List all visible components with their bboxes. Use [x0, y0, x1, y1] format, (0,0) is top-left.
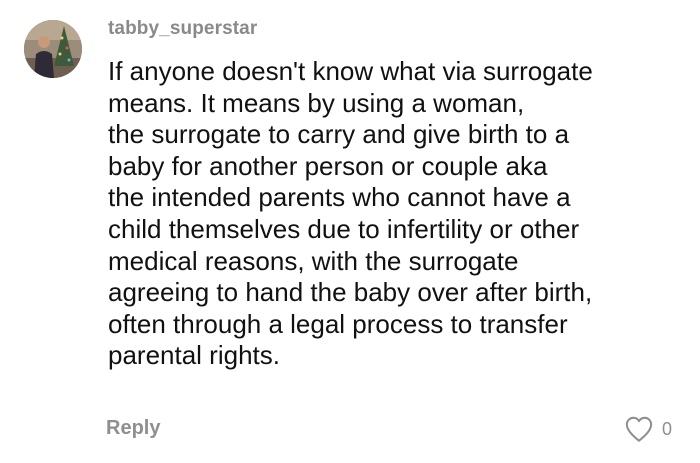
reply-button[interactable]: Reply: [106, 417, 160, 440]
like-count: 0: [662, 418, 673, 439]
comment-text-line: medical reasons, with the surrogate: [108, 245, 519, 276]
avatar-image: [24, 20, 82, 78]
comment-text-line: parental rights.: [108, 340, 280, 371]
comment-text-line: child themselves due to infertility or o…: [108, 213, 580, 244]
avatar[interactable]: [24, 20, 82, 78]
comment-text: If anyone doesn't know what via surrogat…: [108, 56, 678, 372]
username[interactable]: tabby_superstar: [108, 18, 257, 40]
comment-text-line: baby for another person or couple aka: [108, 150, 548, 181]
like-control: 0: [624, 414, 672, 444]
comment-text-line: means. It means by using a woman,: [108, 87, 525, 118]
comment-text-line: the intended parents who cannot have a: [108, 182, 571, 213]
comment-text-line: often through a legal process to transfe…: [108, 308, 568, 339]
comment-text-line: the surrogate to carry and give birth to…: [108, 119, 570, 150]
comment-text-line: agreeing to hand the baby over after bir…: [108, 277, 593, 308]
heart-outline-icon[interactable]: [624, 415, 654, 443]
comment-text-line: If anyone doesn't know what via surrogat…: [108, 56, 593, 86]
